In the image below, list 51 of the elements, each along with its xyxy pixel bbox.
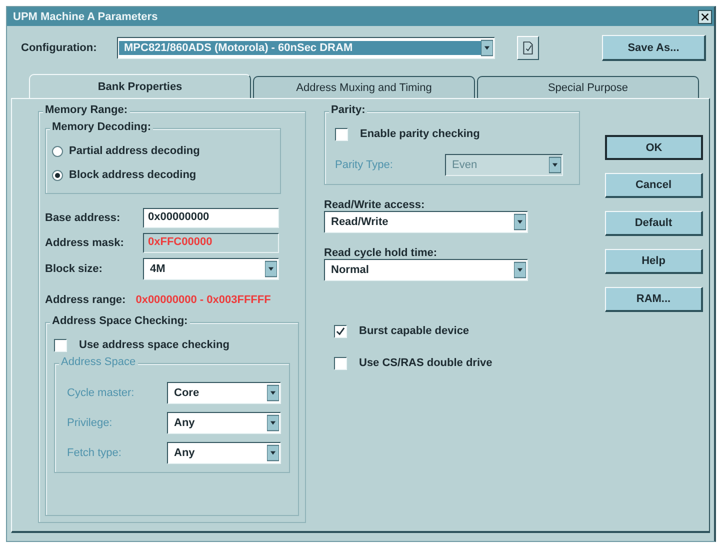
input-field: 0xFFC00000 xyxy=(143,233,279,253)
checkbox[interactable] xyxy=(54,338,67,352)
checkbox-label: Enable parity checking xyxy=(360,128,480,140)
edit-button[interactable] xyxy=(517,36,539,60)
field-label: Read cycle hold time: xyxy=(324,247,438,259)
checkbox[interactable] xyxy=(334,324,347,338)
radio-button[interactable] xyxy=(52,146,63,156)
dropdown-arrow-icon[interactable] xyxy=(514,213,526,231)
field-label: Address mask: xyxy=(45,237,125,249)
close-icon[interactable] xyxy=(698,10,712,24)
dropdown-arrow-icon[interactable] xyxy=(265,260,277,278)
dropdown[interactable]: Normal xyxy=(324,259,528,281)
checkbox-label: Use address space checking xyxy=(79,339,230,351)
tab[interactable]: Address Muxing and Timing xyxy=(253,76,475,98)
group-title: Address Space Checking: xyxy=(50,315,190,327)
field-label: Privilege: xyxy=(67,417,114,429)
field-label: Fetch type: xyxy=(67,447,122,459)
radio-label: Block address decoding xyxy=(69,169,196,181)
checkbox-label: Burst capable device xyxy=(359,325,470,337)
dialog-button[interactable]: Cancel xyxy=(605,173,703,198)
field-label: Read/Write access: xyxy=(324,199,426,211)
field-label: Address range: xyxy=(45,294,126,306)
dialog-button[interactable]: Help xyxy=(605,249,703,274)
dialog-button[interactable]: RAM... xyxy=(605,287,703,312)
save-as-button[interactable]: Save As... xyxy=(602,35,706,61)
dropdown[interactable]: Read/Write xyxy=(324,211,528,233)
dialog-button[interactable]: OK xyxy=(605,135,703,160)
dropdown[interactable]: 4M xyxy=(143,258,279,280)
field-label: Cycle master: xyxy=(67,387,136,399)
field-label: Base address: xyxy=(45,212,122,224)
window-title: UPM Machine A Parameters xyxy=(13,10,158,22)
field-label: Parity Type: xyxy=(335,159,394,171)
group-title: Memory Decoding: xyxy=(50,121,154,133)
dropdown-arrow-icon[interactable] xyxy=(481,39,493,57)
group-title: Address Space xyxy=(59,356,138,368)
input-field[interactable]: 0x00000000 xyxy=(143,208,279,228)
tab[interactable]: Bank Properties xyxy=(29,74,251,98)
radio-button[interactable] xyxy=(52,170,63,180)
checkbox[interactable] xyxy=(334,356,347,370)
checkbox[interactable] xyxy=(335,128,348,140)
dropdown-arrow-icon[interactable] xyxy=(514,261,526,279)
tab[interactable]: Special Purpose xyxy=(477,76,699,98)
address-range-value: 0x00000000 - 0x003FFFFF xyxy=(136,294,271,306)
group-title: Parity: xyxy=(329,104,368,116)
field-label: Block size: xyxy=(45,263,104,275)
checkbox-label: Use CS/RAS double drive xyxy=(359,357,492,369)
radio-label: Partial address decoding xyxy=(69,145,200,157)
group-title: Memory Range: xyxy=(43,104,130,116)
document-icon xyxy=(522,41,534,55)
dialog-button[interactable]: Default xyxy=(605,211,703,236)
field-label: Configuration: xyxy=(21,42,98,54)
